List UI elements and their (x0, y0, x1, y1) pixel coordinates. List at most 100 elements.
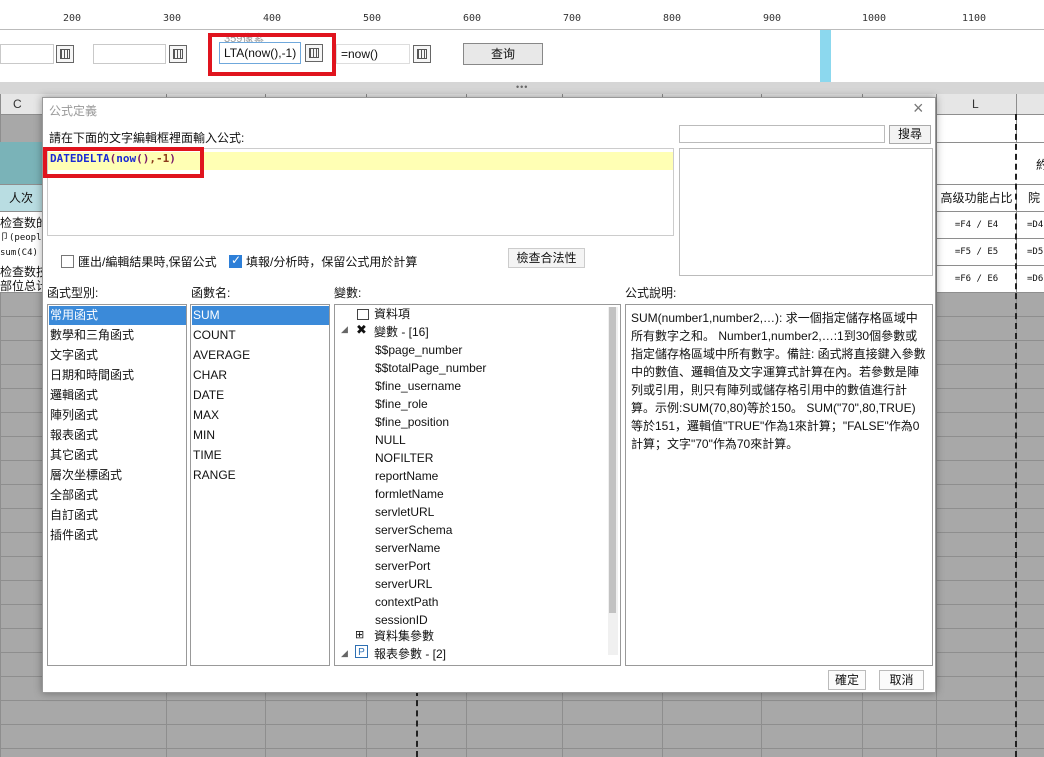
ruler: 200 300 400 500 600 700 800 900 1000 110… (0, 10, 1044, 30)
formula-dialog: 公式定義 × 請在下面的文字編輯框裡面輸入公式: DATEDELTA(now()… (42, 97, 936, 693)
column-title-cell: 院 (1017, 185, 1044, 211)
end-date-field[interactable]: =now() (336, 44, 410, 64)
scrollbar-thumb[interactable] (609, 307, 616, 613)
list-item[interactable]: TIME (192, 446, 222, 465)
list-item[interactable]: RANGE (192, 466, 236, 485)
splitter-grip-icon: ••• (516, 82, 529, 92)
list-item[interactable]: COUNT (192, 326, 236, 345)
search-results-box (679, 148, 933, 276)
formula-cell: =F4 / E4 (937, 212, 1016, 238)
ruler-label: 500 (363, 13, 382, 24)
tree-item-variable[interactable]: NOFILTER (375, 449, 433, 467)
variable-label: 變數: (334, 286, 362, 300)
tree-item-variables[interactable]: 變數 - [16] (374, 323, 429, 341)
cell-text: 卩(peopl (0, 233, 42, 243)
variable-tree: 資料項 ◢ ✖ 變數 - [16] $$page_number $$totalP… (334, 304, 621, 666)
variables-icon: ✖ (356, 322, 367, 337)
close-icon[interactable]: × (913, 98, 924, 119)
page-break-line (1015, 114, 1017, 757)
tree-item-dataset-params[interactable]: 資料集參數 (374, 627, 434, 645)
list-item[interactable]: CHAR (192, 366, 227, 385)
calendar-icon[interactable] (169, 45, 187, 63)
list-item[interactable]: 報表函式 (49, 426, 98, 445)
start-date-field[interactable] (0, 44, 54, 64)
list-item[interactable]: DATE (192, 386, 224, 405)
list-item[interactable]: SUM (192, 306, 329, 325)
collapse-icon[interactable]: ◢ (341, 648, 348, 659)
calendar-icon[interactable] (56, 45, 74, 63)
ruler-label: 300 (163, 13, 182, 24)
column-header-l: L (972, 97, 979, 111)
tree-item-variable[interactable]: $$page_number (375, 341, 462, 359)
tree-item-variable[interactable]: NULL (375, 431, 406, 449)
ruler-label: 900 (763, 13, 782, 24)
list-item[interactable]: AVERAGE (192, 346, 250, 365)
list-item[interactable]: 陣列函式 (49, 406, 98, 425)
list-item[interactable]: 日期和時間函式 (49, 366, 134, 385)
ok-button[interactable]: 確定 (828, 670, 866, 690)
checkbox-label: 填報/分析時，保留公式用於計算 (246, 255, 418, 269)
query-button[interactable]: 查询 (463, 43, 543, 65)
check-validity-button[interactable]: 檢查合法性 (508, 248, 585, 268)
keep-formula-fill-checkbox[interactable] (229, 253, 242, 268)
tree-item-variable[interactable]: serverSchema (375, 521, 452, 539)
tree-item-variable[interactable]: $fine_position (375, 413, 449, 431)
ruler-label: 600 (463, 13, 482, 24)
ruler-label: 1000 (862, 13, 887, 24)
tree-item-variable[interactable]: $fine_username (375, 377, 461, 395)
list-item[interactable]: 層次坐標函式 (49, 466, 122, 485)
collapse-icon[interactable]: ◢ (341, 324, 348, 335)
list-item[interactable]: 其它函式 (49, 446, 98, 465)
highlight-box (208, 33, 336, 76)
list-item[interactable]: 自訂函式 (49, 506, 98, 525)
list-item[interactable]: 文字函式 (49, 346, 98, 365)
tree-item-variable[interactable]: servletURL (375, 503, 434, 521)
tree-item-variable[interactable]: serverName (375, 539, 440, 557)
tree-item-variable[interactable]: serverURL (375, 575, 432, 593)
report-params-icon: P (355, 645, 368, 658)
data-item-icon (357, 309, 369, 320)
tree-item-data-item[interactable]: 資料項 (374, 305, 410, 323)
formula-cell: =D6 (1017, 266, 1044, 292)
function-label: 函數名: (191, 286, 231, 300)
list-item[interactable]: 插件函式 (49, 526, 98, 545)
header-cell (0, 142, 42, 184)
description-label: 公式說明: (625, 286, 677, 300)
dataset-params-icon: ⊞ (355, 629, 365, 641)
ruler-label: 1100 (962, 13, 987, 24)
list-item[interactable]: 全部函式 (49, 486, 98, 505)
keep-formula-export-checkbox[interactable] (61, 255, 74, 268)
tree-item-variable[interactable]: serverPort (375, 557, 430, 575)
formula-cell: =F5 / E5 (937, 239, 1016, 265)
formula-description: SUM(number1,number2,…): 求一個指定儲存格區域中所有數字之… (625, 304, 933, 666)
header-cell (1017, 115, 1044, 142)
list-item[interactable]: MIN (192, 426, 215, 445)
ruler-label: 800 (663, 13, 682, 24)
tree-scrollbar[interactable] (608, 307, 618, 655)
tree-item-variable[interactable]: reportName (375, 467, 438, 485)
cell-text: 約 (1036, 158, 1044, 172)
list-item[interactable]: 常用函式 (49, 306, 186, 325)
checkbox-label: 匯出/編輯結果時,保留公式 (78, 255, 217, 269)
column-header-c: C (13, 97, 22, 111)
list-item[interactable]: MAX (192, 406, 219, 425)
ruler-label: 400 (263, 13, 282, 24)
search-button[interactable]: 搜尋 (889, 125, 931, 144)
function-search-input[interactable] (679, 125, 885, 143)
list-item[interactable]: 邏輯函式 (49, 386, 98, 405)
calendar-icon[interactable] (413, 45, 431, 63)
date-field[interactable] (93, 44, 166, 64)
toolbar (0, 0, 1044, 10)
tree-item-variable[interactable]: $fine_role (375, 395, 428, 413)
tree-item-variable[interactable]: formletName (375, 485, 444, 503)
list-item[interactable]: 數學和三角函式 (49, 326, 134, 345)
parameter-pane-boundary (820, 30, 831, 82)
dialog-title: 公式定義 (49, 104, 98, 118)
header-cell: 人次 (0, 185, 42, 211)
tree-item-report-params[interactable]: 報表參數 - [2] (374, 645, 446, 663)
ruler-label: 700 (563, 13, 582, 24)
tree-item-variable[interactable]: contextPath (375, 593, 438, 611)
cell-text: 检查数的 (0, 216, 49, 230)
tree-item-variable[interactable]: $$totalPage_number (375, 359, 486, 377)
cancel-button[interactable]: 取消 (879, 670, 924, 690)
